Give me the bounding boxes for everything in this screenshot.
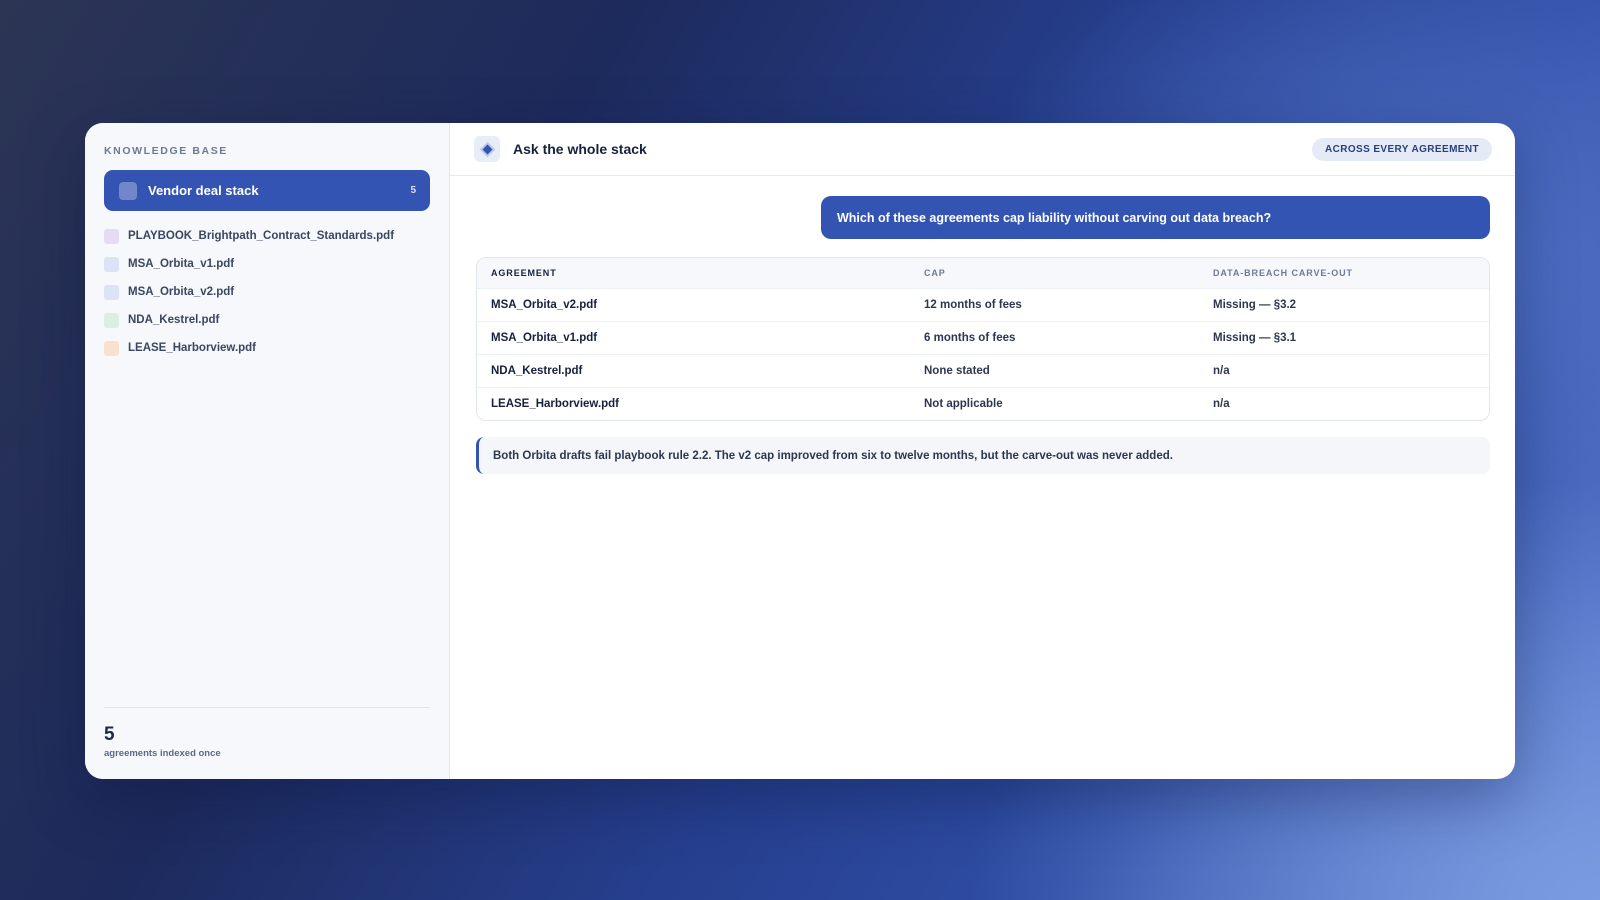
indexed-label: agreements indexed once <box>104 748 221 759</box>
carve-out-cell: n/a <box>1213 398 1230 410</box>
file-item[interactable]: MSA_Orbita_v1.pdf <box>104 250 430 278</box>
cap-cell: Not applicable <box>924 398 1003 410</box>
stack-icon <box>119 181 137 200</box>
table-header: AGREEMENT CAP DATA-BREACH CARVE-OUT <box>477 258 1489 288</box>
diamond-icon <box>474 136 500 162</box>
agreement-cell: NDA_Kestrel.pdf <box>491 365 583 377</box>
table-row: MSA_Orbita_v2.pdf 12 months of fees Miss… <box>477 288 1489 321</box>
page-title: Ask the whole stack <box>513 141 647 157</box>
carve-out-cell: Missing — §3.2 <box>1213 299 1297 311</box>
results-table: AGREEMENT CAP DATA-BREACH CARVE-OUT MSA_… <box>476 257 1490 421</box>
carve-out-cell: n/a <box>1213 365 1230 377</box>
answer-note: Both Orbita drafts fail playbook rule 2.… <box>476 437 1490 474</box>
app-window: KNOWLEDGE BASE Vendor deal stack 5 PLAYB… <box>85 123 1515 779</box>
file-icon <box>104 340 119 356</box>
file-item[interactable]: NDA_Kestrel.pdf <box>104 306 430 334</box>
sidebar-item-vendor-deal-stack[interactable]: Vendor deal stack 5 <box>104 170 430 211</box>
stack-label: Vendor deal stack <box>148 183 259 198</box>
file-name: MSA_Orbita_v1.pdf <box>128 258 235 270</box>
cap-cell: None stated <box>924 365 990 377</box>
file-name: PLAYBOOK_Brightpath_Contract_Standards.p… <box>128 230 395 242</box>
user-question-bubble: Which of these agreements cap liability … <box>821 196 1490 239</box>
file-item[interactable]: PLAYBOOK_Brightpath_Contract_Standards.p… <box>104 222 430 250</box>
table-row: NDA_Kestrel.pdf None stated n/a <box>477 354 1489 387</box>
column-header: CAP <box>924 268 946 278</box>
sidebar-footer: 5 agreements indexed once <box>104 707 430 779</box>
carve-out-cell: Missing — §3.1 <box>1213 332 1297 344</box>
agreement-cell: LEASE_Harborview.pdf <box>491 398 620 410</box>
chat-panel: Ask the whole stack ACROSS EVERY AGREEME… <box>450 123 1515 779</box>
file-list: PLAYBOOK_Brightpath_Contract_Standards.p… <box>104 222 430 362</box>
agreement-cell: MSA_Orbita_v2.pdf <box>491 299 598 311</box>
column-header: DATA-BREACH CARVE-OUT <box>1213 268 1353 278</box>
chat-content: Which of these agreements cap liability … <box>450 176 1515 474</box>
table-row: MSA_Orbita_v1.pdf 6 months of fees Missi… <box>477 321 1489 354</box>
file-name: NDA_Kestrel.pdf <box>128 314 220 326</box>
agreement-cell: MSA_Orbita_v1.pdf <box>491 332 598 344</box>
cap-cell: 12 months of fees <box>924 299 1022 311</box>
file-item[interactable]: MSA_Orbita_v2.pdf <box>104 278 430 306</box>
table-row: LEASE_Harborview.pdf Not applicable n/a <box>477 387 1489 420</box>
knowledge-base-sidebar: KNOWLEDGE BASE Vendor deal stack 5 PLAYB… <box>85 123 450 779</box>
cap-cell: 6 months of fees <box>924 332 1016 344</box>
file-name: MSA_Orbita_v2.pdf <box>128 286 235 298</box>
scope-badge[interactable]: ACROSS EVERY AGREEMENT <box>1311 137 1492 161</box>
file-icon <box>104 284 119 300</box>
stack-count-badge: 5 <box>410 185 416 196</box>
file-icon <box>104 256 119 272</box>
file-name: LEASE_Harborview.pdf <box>128 342 257 354</box>
sidebar-heading: KNOWLEDGE BASE <box>104 145 228 157</box>
file-icon <box>104 228 119 244</box>
chat-header: Ask the whole stack ACROSS EVERY AGREEME… <box>450 123 1515 176</box>
file-item[interactable]: LEASE_Harborview.pdf <box>104 334 430 362</box>
column-header: AGREEMENT <box>491 268 557 278</box>
indexed-count: 5 <box>104 724 115 745</box>
file-icon <box>104 312 119 328</box>
